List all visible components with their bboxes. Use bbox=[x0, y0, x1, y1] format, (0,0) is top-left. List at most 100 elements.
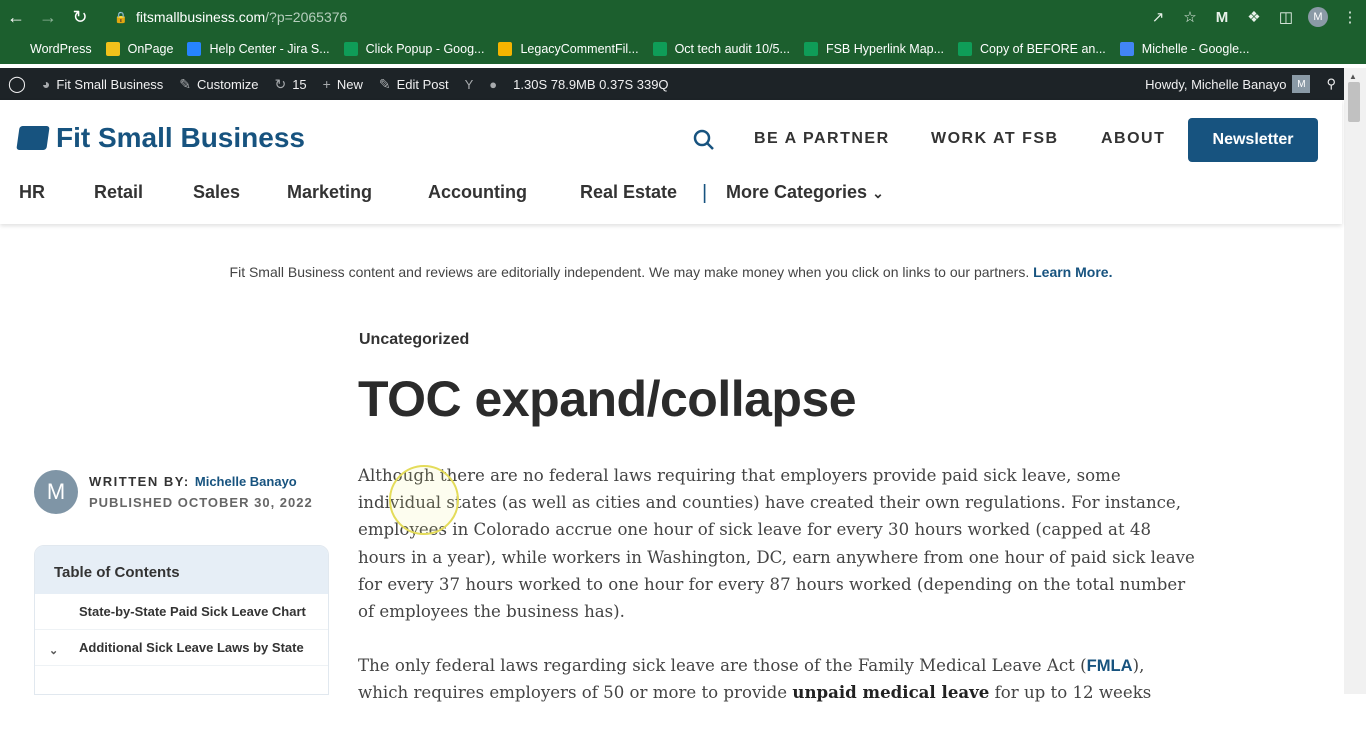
nav-about[interactable]: ABOUT bbox=[1101, 130, 1165, 148]
sidepanel-icon[interactable]: ◫ bbox=[1270, 0, 1302, 34]
bookmark-item[interactable]: Michelle - Google... bbox=[1119, 42, 1250, 56]
bookmark-icon bbox=[105, 42, 120, 56]
chevron-down-icon[interactable]: ⌄ bbox=[49, 642, 58, 661]
wp-new[interactable]: + New bbox=[315, 68, 371, 100]
bookmark-label: OnPage bbox=[127, 42, 174, 56]
wp-perf-stats[interactable]: 1.30S 78.9MB 0.37S 339Q bbox=[505, 68, 676, 100]
logo-mark-icon bbox=[16, 126, 50, 150]
author-link[interactable]: Michelle Banayo bbox=[195, 474, 297, 489]
site-logo[interactable]: Fit Small Business bbox=[16, 122, 305, 154]
share-icon[interactable]: ↗ bbox=[1142, 0, 1174, 34]
fmla-link[interactable]: FMLA bbox=[1087, 656, 1133, 675]
menu-icon[interactable]: ⋮ bbox=[1334, 0, 1366, 34]
wp-search-icon[interactable]: ⚲ bbox=[1318, 68, 1344, 100]
bookmarks-bar: WordPress OnPage Help Center - Jira S... Cl… bbox=[0, 34, 1366, 64]
category-sales[interactable]: Sales bbox=[193, 182, 240, 203]
puzzle-icon[interactable]: ❖ bbox=[1238, 0, 1270, 34]
bookmark-label: Click Popup - Goog... bbox=[365, 42, 485, 56]
updates-icon: ↻ bbox=[274, 75, 287, 92]
browser-actions: ↗ ☆ M ❖ ◫ M ⋮ bbox=[1142, 0, 1366, 34]
wp-admin-bar: ◯ ◕ Fit Small Business ✎ Customize ↻ 15 + Ne… bbox=[0, 68, 1344, 100]
avatar: M bbox=[1292, 75, 1311, 93]
reload-icon[interactable]: ↻ bbox=[64, 0, 96, 34]
category-real-estate[interactable]: Real Estate bbox=[580, 182, 677, 203]
pencil-icon: ✎ bbox=[378, 75, 391, 92]
wp-edit-post[interactable]: ✎ Edit Post bbox=[371, 68, 457, 100]
article-body: Although there are no federal laws requi… bbox=[358, 462, 1198, 734]
editorial-disclosure: Fit Small Business content and reviews a… bbox=[229, 264, 1113, 280]
category-accounting[interactable]: Accounting bbox=[428, 182, 527, 203]
bookmark-icon bbox=[343, 42, 358, 56]
toc-item[interactable]: State-by-State Paid Sick Leave Chart bbox=[35, 594, 328, 630]
seo-status-icon[interactable]: ● bbox=[481, 68, 505, 100]
newsletter-button[interactable]: Newsletter bbox=[1188, 118, 1318, 162]
page-title: TOC expand/collapse bbox=[358, 371, 857, 427]
search-icon[interactable] bbox=[692, 128, 716, 152]
bookmark-icon bbox=[187, 42, 202, 56]
bookmark-icon bbox=[652, 42, 667, 56]
bookmark-item[interactable]: Help Center - Jira S... bbox=[187, 42, 330, 56]
page-scrollbar[interactable]: ▲ bbox=[1344, 68, 1366, 694]
avatar[interactable]: M bbox=[34, 470, 78, 514]
category-marketing[interactable]: Marketing bbox=[287, 182, 372, 203]
cursor-highlight bbox=[389, 465, 459, 535]
bookmark-icon bbox=[1119, 42, 1134, 56]
category-hr[interactable]: HR bbox=[19, 182, 45, 203]
bookmark-item[interactable]: LegacyCommentFil... bbox=[498, 42, 639, 56]
url-path: /?p=2065376 bbox=[265, 9, 348, 25]
toc-heading[interactable]: Table of Contents bbox=[35, 546, 328, 594]
extension-m-icon[interactable]: M bbox=[1206, 0, 1238, 34]
address-bar[interactable]: 🔒 fitsmallbusiness.com/?p=2065376 bbox=[104, 4, 1192, 30]
written-by-label: WRITTEN BY: bbox=[89, 474, 190, 489]
scroll-up-icon[interactable]: ▲ bbox=[1349, 72, 1357, 81]
wp-howdy[interactable]: Howdy, Michelle Banayo M bbox=[1137, 68, 1318, 100]
bookmark-label: Oct tech audit 10/5... bbox=[674, 42, 790, 56]
brush-icon: ✎ bbox=[179, 75, 192, 92]
bookmark-item[interactable]: Oct tech audit 10/5... bbox=[652, 42, 790, 56]
nav-work-at-fsb[interactable]: WORK AT FSB bbox=[931, 130, 1059, 148]
yoast-icon[interactable]: Y bbox=[457, 68, 482, 100]
toc-item[interactable]: ⌄ Additional Sick Leave Laws by State bbox=[35, 630, 328, 666]
bookmark-item[interactable]: FSB Hyperlink Map... bbox=[803, 42, 945, 56]
paragraph: Although there are no federal laws requi… bbox=[358, 466, 1195, 622]
wp-customize[interactable]: ✎ Customize bbox=[171, 68, 266, 100]
bookmark-item[interactable]: Copy of BEFORE an... bbox=[958, 42, 1106, 56]
bookmark-icon bbox=[498, 42, 513, 56]
dashboard-icon: ◕ bbox=[41, 76, 51, 92]
more-categories-dropdown[interactable]: More Categories ⌄ bbox=[726, 182, 884, 203]
forward-icon[interactable]: → bbox=[32, 0, 64, 34]
back-icon[interactable]: ← bbox=[0, 0, 32, 34]
wp-updates[interactable]: ↻ 15 bbox=[266, 68, 314, 100]
learn-more-link[interactable]: Learn More. bbox=[1033, 264, 1112, 280]
author-box: M WRITTEN BY: Michelle Banayo PUBLISHED … bbox=[34, 470, 313, 514]
bookmark-item[interactable]: Click Popup - Goog... bbox=[343, 42, 485, 56]
bookmark-item[interactable]: WordPress bbox=[8, 42, 92, 56]
plus-icon: + bbox=[322, 76, 331, 92]
wp-site-name[interactable]: ◕ Fit Small Business bbox=[34, 68, 171, 100]
bookmark-label: Michelle - Google... bbox=[1141, 42, 1250, 56]
bookmark-label: Copy of BEFORE an... bbox=[980, 42, 1106, 56]
bookmark-label: WordPress bbox=[30, 42, 92, 56]
bookmark-label: FSB Hyperlink Map... bbox=[825, 42, 945, 56]
bookmark-icon bbox=[958, 42, 973, 56]
table-of-contents: Table of Contents State-by-State Paid Si… bbox=[34, 545, 329, 695]
bookmark-label: Help Center - Jira S... bbox=[209, 42, 330, 56]
lock-icon: 🔒 bbox=[114, 12, 128, 24]
category-retail[interactable]: Retail bbox=[94, 182, 143, 203]
bookmark-label: LegacyCommentFil... bbox=[520, 42, 639, 56]
nav-be-a-partner[interactable]: BE A PARTNER bbox=[754, 130, 890, 148]
category-separator: | bbox=[702, 182, 708, 204]
url-host: fitsmallbusiness.com bbox=[136, 9, 266, 25]
wp-logo-icon[interactable]: ◯ bbox=[0, 68, 34, 100]
published-date: PUBLISHED OCTOBER 30, 2022 bbox=[89, 495, 313, 510]
bookmark-icon bbox=[8, 42, 22, 56]
site-header: Fit Small Business BE A PARTNER WORK AT … bbox=[0, 100, 1342, 224]
chevron-down-icon: ⌄ bbox=[872, 185, 884, 201]
profile-avatar[interactable]: M bbox=[1302, 0, 1334, 34]
scroll-thumb[interactable] bbox=[1348, 82, 1360, 122]
article-category[interactable]: Uncategorized bbox=[359, 331, 469, 349]
bookmark-item[interactable]: OnPage bbox=[105, 42, 174, 56]
star-icon[interactable]: ☆ bbox=[1174, 0, 1206, 34]
bookmark-icon bbox=[803, 42, 818, 56]
paragraph: The only federal laws regarding sick lea… bbox=[358, 656, 1152, 703]
